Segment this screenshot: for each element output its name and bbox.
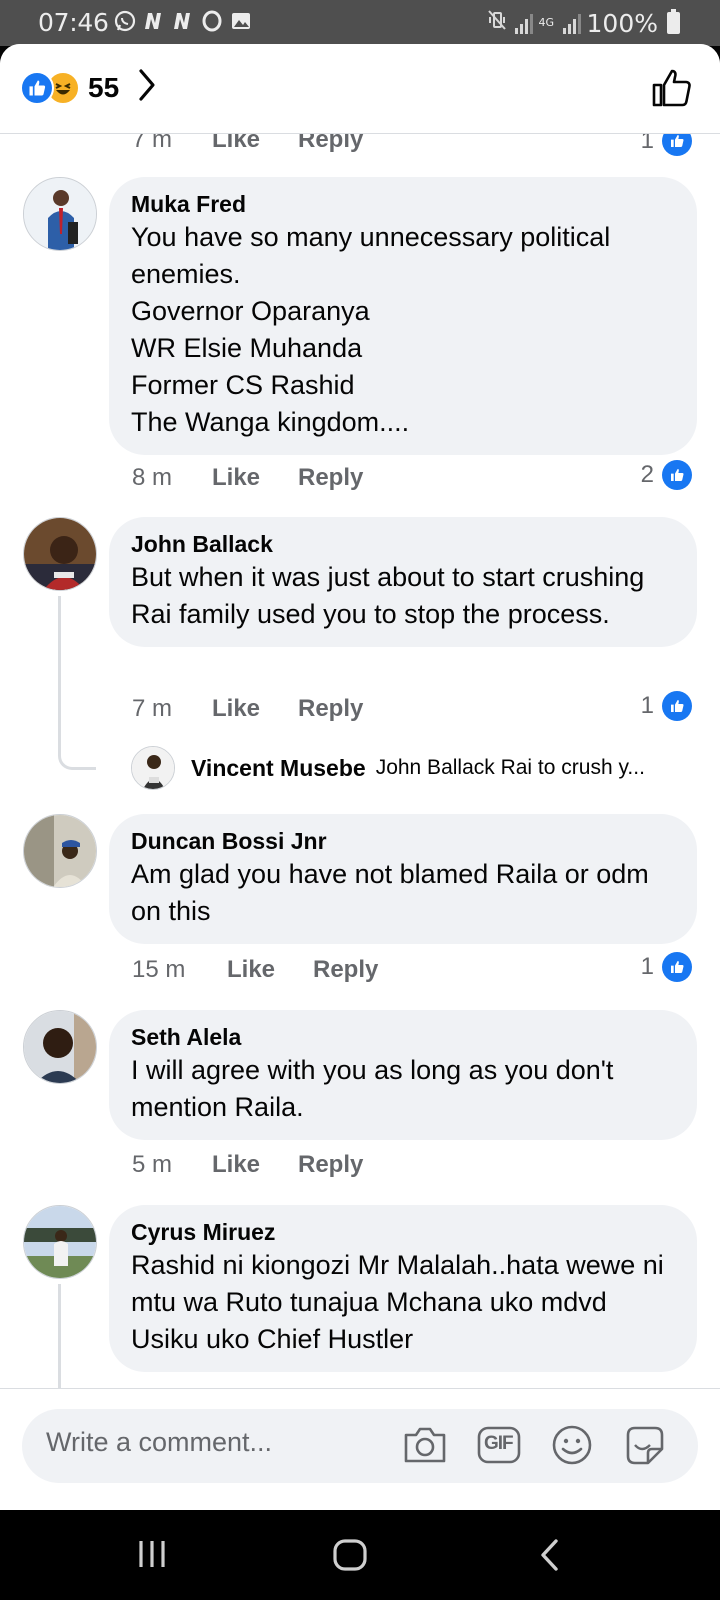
comment-actions: 7 m Like Reply xyxy=(132,695,363,723)
status-bar: 07:46 4G 100% xyxy=(0,0,720,46)
thread-connector xyxy=(58,734,96,770)
recent-apps-icon[interactable] xyxy=(136,1538,168,1575)
avatar[interactable] xyxy=(23,1205,97,1279)
thread-line xyxy=(58,596,61,756)
like-badge-icon xyxy=(662,952,692,982)
news-icon-2 xyxy=(171,9,195,39)
signal-icon-2 xyxy=(562,12,581,34)
like-link[interactable]: Like xyxy=(212,1151,298,1179)
status-time: 07:46 xyxy=(38,8,109,37)
gif-label: GIF xyxy=(484,1433,514,1454)
comment-time: 15 m xyxy=(132,956,186,983)
comment-author[interactable]: Seth Alela xyxy=(131,1022,675,1052)
reply-link[interactable]: Reply xyxy=(298,464,363,492)
comment-text: Am glad you have not blamed Raila or odm… xyxy=(131,859,649,926)
reply-link[interactable]: Reply xyxy=(298,1151,363,1179)
like-count: 1 xyxy=(640,692,654,719)
comment-actions: 5 m Like Reply xyxy=(132,1151,363,1179)
comment-time: 7 m xyxy=(132,134,173,153)
reply-link[interactable]: Reply xyxy=(313,956,378,984)
like-badge-icon xyxy=(662,691,692,721)
avatar[interactable] xyxy=(23,814,97,888)
reply-text: John Ballack Rai to crush y... xyxy=(375,756,645,779)
status-right: 4G 100% xyxy=(485,8,680,38)
comment-bubble[interactable]: Seth Alela I will agree with you as long… xyxy=(109,1010,697,1140)
camera-icon[interactable] xyxy=(402,1423,448,1472)
home-icon[interactable] xyxy=(332,1538,368,1577)
thread-line xyxy=(58,1284,61,1388)
reply-link[interactable]: Reply xyxy=(298,134,363,154)
like-count: 1 xyxy=(640,953,654,980)
comment-text: You have so many unnecessary political e… xyxy=(131,222,611,437)
comment-author[interactable]: Muka Fred xyxy=(131,189,675,219)
comment-actions-partial: 7 m Like Reply xyxy=(132,134,363,154)
comment-actions: 8 m Like Reply xyxy=(132,464,363,492)
comment-box[interactable]: GIF xyxy=(22,1409,698,1483)
battery-icon xyxy=(667,9,680,34)
like-reaction-icon xyxy=(20,70,54,105)
emoji-icon[interactable] xyxy=(550,1423,594,1472)
comment-author[interactable]: Cyrus Miruez xyxy=(131,1217,675,1247)
comment-text: I will agree with you as long as you don… xyxy=(131,1055,614,1122)
comment-author[interactable]: John Ballack xyxy=(131,529,675,559)
comment-composer: GIF xyxy=(0,1388,720,1510)
comments-sheet: 55 7 m Like Reply 1 Muka Fred You have s… xyxy=(0,44,720,1510)
navigation-bar xyxy=(0,1510,720,1600)
like-link[interactable]: Like xyxy=(212,134,298,154)
comment-bubble[interactable]: John Ballack But when it was just about … xyxy=(109,517,697,647)
comment-bubble[interactable]: Duncan Bossi Jnr Am glad you have not bl… xyxy=(109,814,697,944)
comment-time: 5 m xyxy=(132,1151,173,1178)
battery-level: 100% xyxy=(586,8,658,38)
like-count: 2 xyxy=(640,461,654,488)
like-badge-icon xyxy=(662,460,692,490)
chevron-right-icon[interactable] xyxy=(137,68,157,107)
reaction-count: 55 xyxy=(88,71,120,103)
back-icon[interactable] xyxy=(538,1538,562,1577)
whatsapp-icon xyxy=(113,9,137,39)
reply-preview[interactable]: Vincent Musebe John Ballack Rai to crush… xyxy=(131,746,645,790)
signal-icon xyxy=(514,12,533,34)
mute-vibrate-icon xyxy=(485,8,509,38)
like-badge-icon xyxy=(662,134,692,156)
reaction-count-badge[interactable]: 1 xyxy=(641,952,692,982)
avatar[interactable] xyxy=(23,517,97,591)
reply-author[interactable]: Vincent Musebe xyxy=(191,755,366,782)
opera-icon xyxy=(200,9,224,39)
comment-bubble[interactable]: Muka Fred You have so many unnecessary p… xyxy=(109,177,697,455)
sticker-icon[interactable] xyxy=(622,1423,668,1472)
like-post-icon[interactable] xyxy=(650,66,694,115)
gallery-icon xyxy=(229,9,253,39)
comment-time: 7 m xyxy=(132,695,173,722)
notification-icons xyxy=(113,9,253,39)
comment-actions: 15 m Like Reply xyxy=(132,956,378,984)
like-count-partial: 1 xyxy=(641,134,692,156)
reaction-count-badge[interactable]: 1 xyxy=(641,691,692,721)
comment-input[interactable] xyxy=(46,1427,386,1458)
avatar[interactable] xyxy=(131,746,175,790)
like-count: 1 xyxy=(640,134,654,154)
news-icon xyxy=(142,9,166,39)
comment-author[interactable]: Duncan Bossi Jnr xyxy=(131,826,675,856)
comments-list: 7 m Like Reply 1 Muka Fred You have so m… xyxy=(0,134,720,1388)
like-link[interactable]: Like xyxy=(212,464,298,492)
avatar[interactable] xyxy=(23,177,97,251)
like-link[interactable]: Like xyxy=(227,956,313,984)
comment-text: But when it was just about to start crus… xyxy=(131,562,645,629)
avatar[interactable] xyxy=(23,1010,97,1084)
reaction-count-badge[interactable]: 2 xyxy=(641,460,692,490)
sheet-header: 55 xyxy=(0,44,720,134)
comment-bubble[interactable]: Cyrus Miruez Rashid ni kiongozi Mr Malal… xyxy=(109,1205,697,1372)
reaction-summary[interactable]: 55 xyxy=(20,68,157,107)
comment-text: Rashid ni kiongozi Mr Malalah..hata wewe… xyxy=(131,1250,664,1354)
comment-time: 8 m xyxy=(132,464,173,491)
reply-link[interactable]: Reply xyxy=(298,695,363,723)
network-type: 4G xyxy=(538,16,555,29)
gif-icon[interactable]: GIF xyxy=(476,1423,522,1472)
like-link[interactable]: Like xyxy=(212,695,298,723)
